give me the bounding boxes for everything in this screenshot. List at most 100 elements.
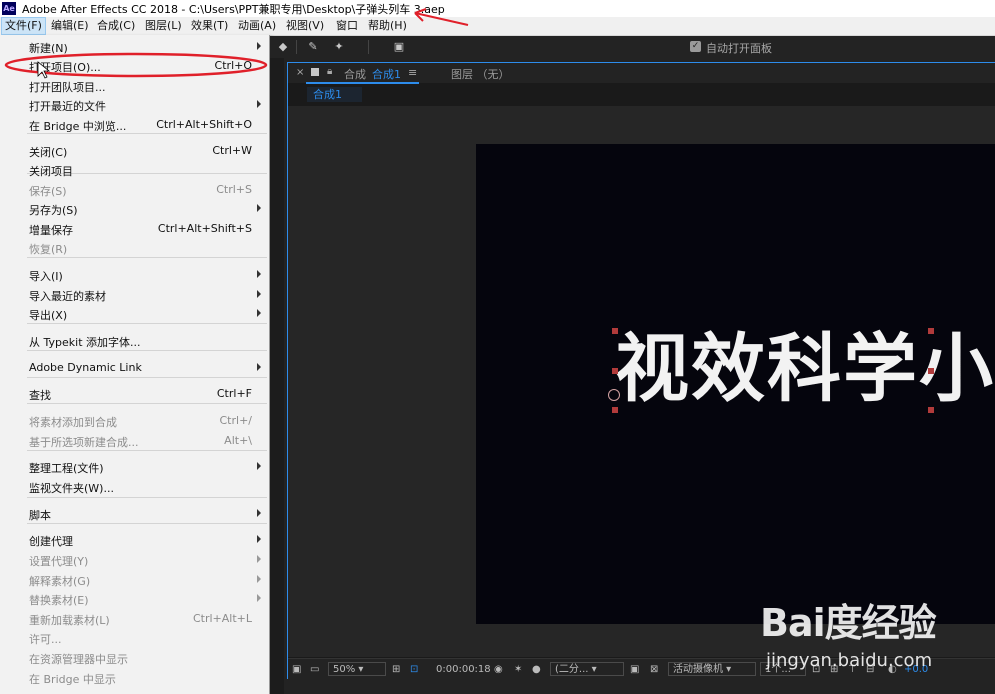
after-effects-app-icon: Ae: [2, 2, 16, 15]
menu-separator: [27, 257, 267, 258]
file-menu-item: 在资源管理器中显示: [0, 648, 269, 667]
submenu-arrow-icon: [257, 535, 261, 543]
menu-item-2[interactable]: 合成(C): [94, 18, 138, 34]
file-menu-item-label: 保存(S): [29, 185, 67, 198]
menu-bar: 文件(F) 编辑(E) 合成(C) 图层(L) 效果(T) 动画(A) 视图(V) 窗口 帮助(…: [0, 17, 995, 36]
file-menu-item[interactable]: 打开团队项目...: [0, 76, 269, 95]
menu-item-3[interactable]: 图层(L): [142, 18, 185, 34]
tab-layer-viewer[interactable]: 图层 （无）: [451, 66, 510, 82]
monitor-icon[interactable]: ▭: [310, 663, 319, 676]
color-channel-icon[interactable]: ●: [532, 663, 541, 676]
file-menu-item[interactable]: 新建(N): [0, 37, 269, 56]
file-menu-item-shortcut: Ctrl+O: [214, 59, 252, 72]
file-menu-item-shortcut: Ctrl+Alt+Shift+O: [156, 118, 252, 131]
file-menu-item[interactable]: 从 Typekit 添加字体...: [0, 331, 269, 350]
file-menu-item-label: 恢复(R): [29, 243, 68, 256]
workspace-layout-icon[interactable]: ▣: [392, 40, 406, 54]
bounding-box-handle[interactable]: [612, 368, 618, 374]
file-menu-item-shortcut: Ctrl+Alt+Shift+S: [157, 222, 252, 235]
puppet-pin-tool-icon[interactable]: ✦: [332, 40, 346, 54]
always-preview-icon[interactable]: ▣: [292, 663, 301, 676]
composition-tab-name[interactable]: 合成1: [372, 66, 401, 82]
lock-icon[interactable]: 🔒︎: [327, 66, 332, 77]
camera-dropdown[interactable]: 活动摄像机 ▾: [668, 662, 756, 676]
panel-toggle-icon[interactable]: [311, 68, 319, 76]
file-menu-item-label: 将素材添加到合成: [29, 416, 117, 429]
region-of-interest-icon[interactable]: ⊡: [410, 663, 418, 676]
file-menu-item[interactable]: 导入最近的素材: [0, 285, 269, 304]
resolution-value: (二分...: [555, 664, 589, 675]
file-menu-item[interactable]: 关闭项目: [0, 160, 269, 179]
file-menu-item-label: 在 Bridge 中浏览...: [29, 120, 127, 133]
submenu-arrow-icon: [257, 204, 261, 212]
menu-separator: [27, 523, 267, 524]
file-menu-item: 重新加载素材(L) Ctrl+Alt+L: [0, 609, 269, 628]
menu-item-4[interactable]: 效果(T): [188, 18, 231, 34]
file-menu-item-shortcut: Ctrl+Alt+L: [192, 612, 252, 625]
file-menu-dropdown: 新建(N) 打开项目(O)... Ctrl+O 打开团队项目... 打开最近的文件在 B…: [0, 35, 270, 694]
file-menu-item[interactable]: 打开项目(O)... Ctrl+O: [0, 56, 269, 75]
bounding-box-handle[interactable]: [612, 328, 618, 334]
auto-open-panel-checkbox[interactable]: ✓: [690, 41, 701, 52]
timecode[interactable]: 0:00:00:18: [436, 663, 491, 676]
roto-brush-tool-icon[interactable]: ✎: [306, 40, 320, 54]
menu-item-1[interactable]: 编辑(E): [48, 18, 92, 34]
file-menu-item: 基于所选项新建合成... Alt+\: [0, 431, 269, 450]
file-menu-item[interactable]: Adobe Dynamic Link: [0, 358, 269, 377]
anchor-point-icon[interactable]: [608, 389, 620, 401]
show-snapshot-icon[interactable]: ✶: [514, 663, 522, 676]
file-menu-item-label: 替换素材(E): [29, 594, 89, 607]
menu-file[interactable]: 文件(F): [1, 17, 46, 35]
menu-item-8[interactable]: 帮助(H): [365, 18, 410, 34]
file-menu-item-label: 打开最近的文件: [29, 100, 106, 113]
composition-tab-row: × 🔒︎ 合成 合成1 ≡ 图层 （无）: [288, 63, 995, 84]
fast-preview-icon[interactable]: ▣: [630, 663, 639, 676]
file-menu-item: 保存(S) Ctrl+S: [0, 180, 269, 199]
menu-item-5[interactable]: 动画(A): [235, 18, 279, 34]
zoom-dropdown[interactable]: 50% ▾: [328, 662, 386, 676]
file-menu-item-label: 脚本: [29, 509, 51, 522]
file-menu-item-shortcut: Ctrl+/: [219, 414, 253, 427]
file-menu-item-label: 关闭项目: [29, 165, 73, 178]
eraser-tool-icon[interactable]: ◆: [276, 40, 290, 54]
composition-breadcrumb[interactable]: 合成1: [307, 87, 362, 102]
file-menu-item[interactable]: 关闭(C) Ctrl+W: [0, 141, 269, 160]
file-menu-item[interactable]: 监视文件夹(W)...: [0, 477, 269, 496]
file-menu-item[interactable]: 脚本: [0, 504, 269, 523]
menu-separator: [27, 377, 267, 378]
file-menu-item[interactable]: 打开最近的文件: [0, 95, 269, 114]
file-menu-item[interactable]: 另存为(S): [0, 199, 269, 218]
file-menu-item: 在 Bridge 中显示: [0, 668, 269, 687]
bounding-box-handle[interactable]: [612, 407, 618, 413]
menu-item-6[interactable]: 视图(V): [283, 18, 327, 34]
transparency-grid-icon[interactable]: ⊠: [650, 663, 658, 676]
file-menu-item-shortcut: Ctrl+S: [216, 183, 252, 196]
file-menu-item[interactable]: 整理工程(文件): [0, 457, 269, 476]
submenu-arrow-icon: [257, 290, 261, 298]
snapshot-icon[interactable]: ◉: [494, 663, 503, 676]
menu-separator: [27, 323, 267, 324]
file-menu-item-label: 导出(X): [29, 309, 68, 322]
file-menu-item[interactable]: 在 Bridge 中浏览... Ctrl+Alt+Shift+O: [0, 115, 269, 134]
file-menu-item-label: 从 Typekit 添加字体...: [29, 336, 141, 349]
composition-tab-prefix: 合成: [344, 68, 366, 81]
close-tab-icon[interactable]: ×: [296, 67, 304, 78]
file-menu-item[interactable]: 导入(I): [0, 265, 269, 284]
panel-menu-icon[interactable]: ≡: [408, 66, 417, 79]
file-menu-item[interactable]: 查找 Ctrl+F: [0, 384, 269, 403]
file-menu-item[interactable]: 增量保存 Ctrl+Alt+Shift+S: [0, 219, 269, 238]
file-menu-item: 许可...: [0, 628, 269, 647]
file-menu-item-shortcut: Ctrl+W: [212, 144, 252, 157]
bounding-box-handle[interactable]: [928, 328, 934, 334]
file-menu-item[interactable]: 创建代理: [0, 530, 269, 549]
grid-icon[interactable]: ⊞: [392, 663, 400, 676]
submenu-arrow-icon: [257, 309, 261, 317]
submenu-arrow-icon: [257, 575, 261, 583]
file-menu-item[interactable]: 导出(X): [0, 304, 269, 323]
file-menu-item-label: 重新加载素材(L): [29, 614, 110, 627]
bounding-box-handle[interactable]: [928, 368, 934, 374]
canvas-text-layer[interactable]: 视效科学小: [615, 323, 995, 415]
resolution-dropdown[interactable]: (二分... ▾: [550, 662, 624, 676]
bounding-box-handle[interactable]: [928, 407, 934, 413]
menu-item-7[interactable]: 窗口: [333, 18, 361, 34]
